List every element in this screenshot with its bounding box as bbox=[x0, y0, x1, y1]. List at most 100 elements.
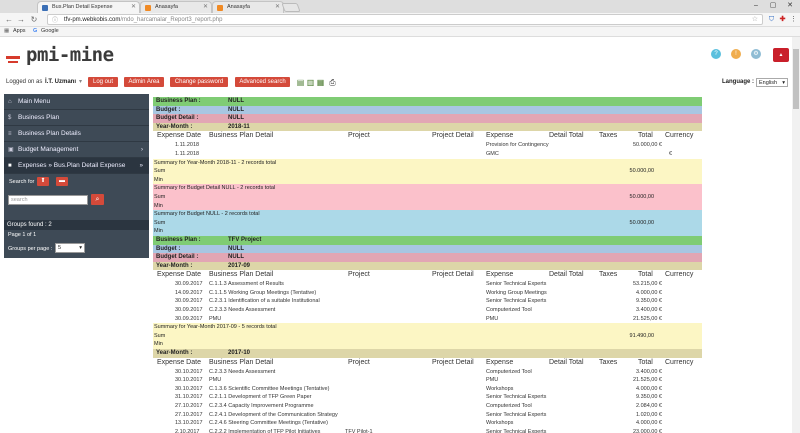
summary-sum-row: Sum 50.000,00 bbox=[153, 192, 702, 202]
plan-detail: PMU bbox=[209, 377, 222, 384]
column-header: Expense Date bbox=[157, 358, 201, 366]
browser-tab-active[interactable]: Bus.Plan Detail Expense ✕ bbox=[37, 1, 140, 13]
bookmark-star-icon[interactable]: ☆ bbox=[752, 15, 758, 25]
expense-date: 13.10.2017 bbox=[175, 420, 203, 427]
chevron-down-icon[interactable]: ▾ bbox=[79, 75, 82, 89]
search-panel: Search for ⬆ ▬ search ⌕ bbox=[4, 174, 149, 220]
business-plan-header: Business Plan : TFV Project bbox=[153, 235, 702, 245]
settings-icon[interactable]: ⚙ bbox=[751, 49, 761, 59]
url-field[interactable]: ⓘ tfv-pm.webkobis.com/mdo_harcamalar_Rep… bbox=[47, 14, 763, 25]
bookmark-google[interactable]: Google bbox=[41, 27, 59, 36]
browser-tab[interactable]: Anasayfa ✕ bbox=[212, 1, 284, 13]
brand-logo-icon: ▲ bbox=[773, 48, 789, 62]
browser-tab-bar: Bus.Plan Detail Expense ✕ Anasayfa ✕ Ana… bbox=[0, 0, 800, 13]
admin-area-button[interactable]: Admin Area bbox=[124, 77, 164, 87]
total: 53.215,00 € bbox=[632, 281, 662, 288]
sidebar-item-label: Business Plan Details bbox=[18, 130, 81, 137]
search-input[interactable]: search bbox=[8, 195, 88, 205]
sidebar-item-main-menu[interactable]: ⌂ Main Menu bbox=[4, 94, 149, 110]
groups-per-page-select[interactable]: 5 ▾ bbox=[55, 243, 85, 253]
export-excel-icon[interactable]: ▤ bbox=[296, 78, 305, 87]
group-value: NULL bbox=[228, 254, 244, 261]
expense-date: 1.11.2018 bbox=[175, 150, 200, 157]
address-bar-row: ← → ↻ ⓘ tfv-pm.webkobis.com/mdo_harcamal… bbox=[0, 13, 800, 27]
total: 9.350,00 € bbox=[636, 394, 662, 401]
search-for-label: Search for bbox=[9, 179, 35, 185]
pin-icon[interactable]: ⬆ bbox=[37, 177, 49, 186]
export-word-icon[interactable]: ▥ bbox=[306, 78, 315, 87]
change-password-button[interactable]: Change password bbox=[170, 77, 228, 87]
column-header: Expense Date bbox=[157, 271, 201, 279]
browser-tab[interactable]: Anasayfa ✕ bbox=[140, 1, 212, 13]
sidebar-item-business-plan[interactable]: $ Business Plan bbox=[4, 110, 149, 126]
group-label: Year-Month : bbox=[156, 262, 193, 269]
total: 21.525,00 € bbox=[632, 315, 662, 322]
breadcrumb[interactable]: ■ Expenses » Bus.Plan Detail Expense » bbox=[4, 158, 149, 174]
new-tab-button[interactable] bbox=[281, 3, 301, 12]
currency: € bbox=[668, 150, 672, 157]
reload-icon[interactable]: ↻ bbox=[29, 14, 39, 26]
column-header: Currency bbox=[665, 132, 694, 140]
sidebar-item-business-plan-details[interactable]: ≡ Business Plan Details bbox=[4, 126, 149, 142]
close-icon[interactable]: ✕ bbox=[131, 2, 136, 13]
project: TFV Pilot-1 bbox=[345, 428, 373, 433]
table-row: 30.09.2017 PMU PMU 21.525,00 € bbox=[153, 315, 702, 324]
tab-label: Anasayfa bbox=[227, 4, 250, 10]
back-icon[interactable]: ← bbox=[4, 14, 14, 26]
minimize-icon[interactable]: – bbox=[748, 0, 764, 12]
extension-icon[interactable]: ✚ bbox=[778, 15, 787, 24]
close-icon[interactable]: ✕ bbox=[275, 2, 280, 13]
expense-name: Computerized Tool bbox=[486, 307, 532, 314]
expense-name: Provision for Contingency bbox=[486, 142, 549, 149]
window-close-icon[interactable]: ✕ bbox=[782, 0, 798, 12]
total: 3.400,00 € bbox=[636, 307, 662, 314]
advanced-search-button[interactable]: Advanced search bbox=[235, 77, 290, 87]
sidebar-item-budget-management[interactable]: ▣ Budget Management › bbox=[4, 142, 149, 158]
table-row: 31.10.2017 C.2.1.1 Development of TFP Gre… bbox=[153, 393, 702, 402]
maximize-icon[interactable]: ▢ bbox=[765, 0, 781, 12]
tab-favicon-icon bbox=[217, 5, 223, 11]
group-label: Year-Month : bbox=[156, 123, 193, 130]
clear-search-icon[interactable]: ▬ bbox=[56, 177, 68, 186]
close-icon[interactable]: ✕ bbox=[203, 2, 208, 13]
menu-dots-icon[interactable]: ⋮ bbox=[789, 15, 798, 24]
column-header: Business Plan Detail bbox=[209, 358, 274, 366]
total: 4.000,00 € bbox=[636, 289, 662, 296]
table-row: 30.09.2017 C.2.3.1 Identification of a su… bbox=[153, 297, 702, 306]
expense-date: 30.10.2017 bbox=[175, 368, 203, 375]
column-header: Expense bbox=[486, 358, 514, 366]
sum-value: 50.000,00 bbox=[629, 193, 654, 200]
user-name[interactable]: İ.T. Uzmanı bbox=[45, 75, 76, 89]
expense-date: 30.09.2017 bbox=[175, 281, 203, 288]
logout-button[interactable]: Log out bbox=[88, 77, 118, 87]
expense-date: 30.10.2017 bbox=[175, 385, 203, 392]
sum-label: Sum bbox=[154, 219, 166, 226]
sum-label: Sum bbox=[154, 193, 166, 200]
column-header: Project bbox=[348, 358, 370, 366]
column-header: Business Plan Detail bbox=[209, 132, 274, 140]
bookmark-apps[interactable]: Apps bbox=[13, 27, 26, 36]
language-select[interactable]: English ▾ bbox=[756, 78, 788, 87]
groups-found: Groups found : 2 bbox=[4, 220, 149, 230]
bookmarks-bar: ▦ Apps G Google bbox=[0, 27, 800, 37]
table-row: 1.11.2018 GMC € bbox=[153, 150, 702, 159]
forward-icon[interactable]: → bbox=[16, 14, 26, 26]
scrollbar[interactable] bbox=[792, 37, 800, 433]
export-csv-icon[interactable]: ▦ bbox=[316, 78, 325, 87]
column-header: Taxes bbox=[599, 271, 618, 279]
search-icon[interactable]: ⌕ bbox=[91, 194, 104, 205]
expense-name: Senior Technical Experts bbox=[486, 411, 547, 418]
expense-name: Working Group Meetings bbox=[486, 289, 547, 296]
alert-icon[interactable]: ! bbox=[731, 49, 741, 59]
expense-name: Senior Technical Experts bbox=[486, 394, 547, 401]
column-header: Currency bbox=[665, 358, 694, 366]
scrollbar-thumb[interactable] bbox=[793, 49, 799, 109]
group-value: NULL bbox=[228, 106, 244, 113]
groups-per-page-value: 5 bbox=[58, 245, 62, 251]
plan-detail: C.2.3.3 Needs Assessment bbox=[209, 307, 276, 314]
print-icon[interactable]: ⎙ bbox=[328, 78, 337, 87]
help-icon[interactable]: ? bbox=[711, 49, 721, 59]
table-row: 30.10.2017 PMU PMU 21.525,00 € bbox=[153, 376, 702, 385]
checkbox-icon: ■ bbox=[8, 163, 12, 169]
extension-shield-icon[interactable]: ⛉ bbox=[767, 15, 776, 24]
